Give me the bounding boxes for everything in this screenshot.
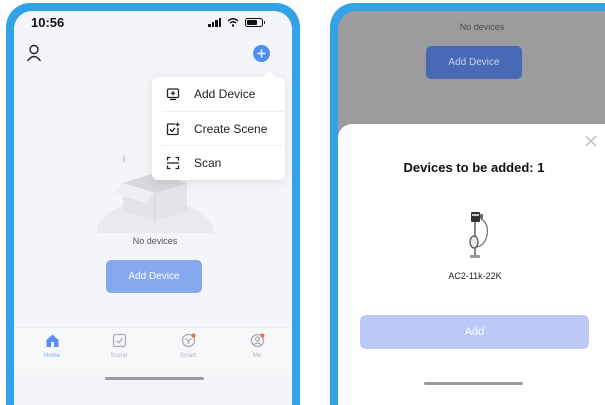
tab-me[interactable]: Me: [237, 333, 277, 359]
menu-item-create-scene[interactable]: Create Scene: [152, 112, 285, 146]
home-icon: [46, 334, 58, 347]
sheet-title: Devices to be added: 1: [403, 160, 545, 175]
status-icons: [208, 17, 265, 27]
add-menu-button[interactable]: [253, 45, 270, 62]
empty-state-text-dimmed: No devices: [459, 22, 505, 32]
status-time: 10:56: [31, 15, 65, 30]
charger-device-icon: [469, 212, 489, 258]
battery-icon: [245, 17, 265, 27]
menu-item-add-device[interactable]: Add Device: [152, 77, 285, 111]
scene-icon: [112, 333, 126, 348]
tab-me-label: Me: [252, 353, 262, 359]
add-device-icon: [166, 88, 180, 101]
wifi-icon: [227, 18, 239, 27]
signal-icon: [208, 17, 221, 27]
tab-home-label: Home: [43, 353, 60, 359]
home-indicator: [105, 377, 204, 380]
add-button[interactable]: Add: [360, 315, 589, 349]
home-indicator: [424, 382, 523, 385]
add-device-button[interactable]: Add Device: [106, 260, 202, 293]
plus-icon: [257, 49, 266, 58]
tab-smart[interactable]: Smart: [168, 333, 208, 359]
menu-item-label: Add Device: [194, 87, 256, 101]
smart-icon: [181, 333, 195, 348]
me-icon: [250, 333, 264, 348]
menu-item-scan[interactable]: Scan: [152, 146, 285, 180]
add-device-button-dimmed: Add Device: [426, 46, 522, 79]
tab-home[interactable]: Home: [32, 333, 72, 359]
tab-scene[interactable]: Scene: [99, 333, 139, 359]
menu-item-label: Scan: [194, 156, 222, 170]
add-dropdown-menu: Add Device Create Scene Scan: [152, 71, 285, 180]
tab-scene-label: Scene: [110, 353, 128, 359]
menu-item-label: Create Scene: [194, 122, 268, 136]
empty-state-text: No devices: [132, 236, 178, 246]
device-name: AC2-11k-22K: [448, 271, 502, 281]
create-scene-icon: [166, 122, 180, 136]
user-profile-icon[interactable]: [26, 44, 42, 62]
close-icon[interactable]: [584, 134, 598, 148]
screenshot-stage: 10:56 No devices Add Device Home Scene S…: [0, 0, 605, 405]
tab-bar: Home Scene Smart Me: [14, 327, 292, 375]
tab-smart-label: Smart: [179, 353, 196, 359]
scan-icon: [166, 156, 180, 170]
